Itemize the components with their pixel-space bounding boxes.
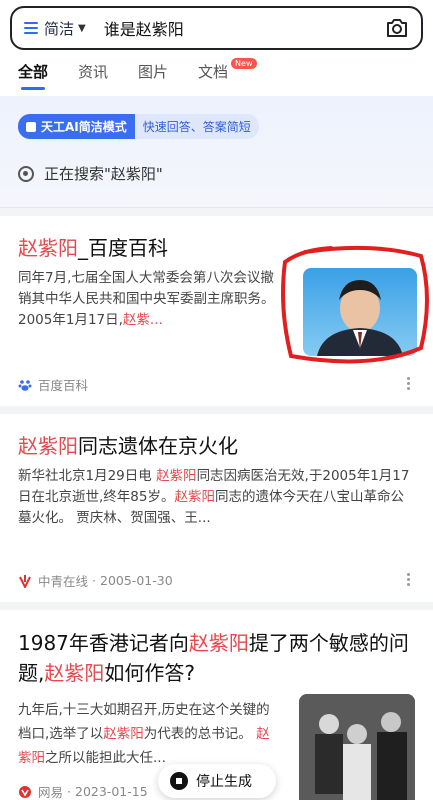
source-name: 中青在线 bbox=[38, 574, 89, 589]
stop-label: 停止生成 bbox=[196, 774, 252, 790]
more-options-icon[interactable] bbox=[407, 377, 411, 392]
snippet-text: 新华社北京1月29日电 bbox=[18, 468, 157, 484]
result-thumbnail[interactable] bbox=[299, 694, 415, 800]
more-options-icon[interactable] bbox=[407, 573, 411, 588]
camera-icon[interactable] bbox=[385, 18, 409, 38]
title-text: _百度百科 bbox=[78, 236, 168, 260]
result-card[interactable]: 赵紫阳_百度百科 同年7月,七届全国人大常委会第八次会议撤销其中华人民共和国中央… bbox=[0, 216, 433, 406]
result-title[interactable]: 赵紫阳同志遗体在京火化 bbox=[18, 432, 415, 460]
title-text: 同志遗体在京火化 bbox=[78, 434, 238, 458]
snippet-highlight: 赵紫阳 bbox=[103, 726, 144, 742]
separator: · bbox=[67, 784, 71, 799]
title-text: 如何作答? bbox=[104, 661, 195, 685]
snippet-highlight: 赵紫阳 bbox=[156, 468, 197, 484]
top-bar: 简洁 ▼ 谁是赵紫阳 全部 资讯 图片 文档 New bbox=[0, 0, 433, 96]
baidu-paw-icon bbox=[18, 379, 32, 391]
title-highlight: 赵紫阳 bbox=[18, 434, 78, 458]
search-progress-icon bbox=[18, 165, 34, 182]
search-bar[interactable]: 简洁 ▼ 谁是赵紫阳 bbox=[10, 6, 423, 50]
menu-icon bbox=[24, 22, 38, 34]
result-title[interactable]: 赵紫阳_百度百科 bbox=[18, 234, 268, 262]
searching-text: 正在搜索"赵紫阳" bbox=[44, 165, 163, 183]
separator: · bbox=[92, 573, 96, 588]
source-name: 百度百科 bbox=[38, 378, 89, 393]
tab-all[interactable]: 全部 bbox=[18, 61, 48, 90]
publish-date: 2005-01-30 bbox=[100, 573, 173, 588]
result-snippet: 同年7月,七届全国人大常委会第八次会议撤销其中华人民共和国中央军委副主席职务。 … bbox=[18, 268, 280, 331]
result-source[interactable]: 中青在线 · 2005-01-30 bbox=[18, 571, 173, 590]
tab-news[interactable]: 资讯 bbox=[78, 61, 108, 90]
ai-logo-icon bbox=[26, 121, 36, 132]
result-snippet: 九年后,十三大如期召开,历史在这个关键的档口,选举了以赵紫阳为代表的总书记。 赵… bbox=[18, 698, 280, 770]
mode-selector[interactable]: 简洁 ▼ bbox=[24, 18, 86, 39]
snippet-text: 为代表的总书记。 bbox=[143, 726, 257, 742]
title-highlight: 赵紫阳 bbox=[188, 631, 249, 655]
ai-mode-panel: 天工AI简洁模式 快速回答、答案简短 正在搜索"赵紫阳" bbox=[0, 96, 433, 208]
tab-docs-label: 文档 bbox=[198, 63, 229, 81]
search-input[interactable]: 谁是赵紫阳 bbox=[104, 16, 385, 40]
title-text: 1987年香港记者向 bbox=[18, 631, 189, 655]
publish-date: 2023-01-15 bbox=[75, 784, 148, 799]
result-source[interactable]: 网易 · 2023-01-15 bbox=[18, 782, 148, 800]
ai-mode-label: 天工AI简洁模式 bbox=[41, 120, 127, 134]
mode-label: 简洁 bbox=[44, 19, 75, 38]
youth-online-icon bbox=[19, 574, 31, 588]
netease-icon bbox=[19, 785, 31, 798]
snippet-highlight: 赵紫... bbox=[122, 312, 163, 328]
snippet-highlight: 赵紫阳 bbox=[174, 489, 215, 505]
result-source[interactable]: 百度百科 bbox=[18, 375, 88, 394]
tab-images[interactable]: 图片 bbox=[138, 61, 168, 90]
searching-status: 正在搜索"赵紫阳" bbox=[18, 163, 415, 184]
source-name: 网易 bbox=[38, 785, 64, 800]
caret-down-icon: ▼ bbox=[78, 22, 86, 34]
result-card[interactable]: 赵紫阳同志遗体在京火化 新华社北京1月29日电 赵紫阳同志因病医治无效,于200… bbox=[0, 414, 433, 602]
snippet-text: 之所以能担此大任... bbox=[45, 750, 166, 766]
ai-mode-tagline: 快速回答、答案简短 bbox=[134, 114, 259, 139]
tab-docs[interactable]: 文档 New bbox=[198, 58, 257, 90]
ai-mode-pill[interactable]: 天工AI简洁模式 bbox=[18, 114, 135, 139]
stop-icon bbox=[170, 772, 188, 790]
new-badge: New bbox=[231, 58, 257, 69]
title-highlight: 赵紫阳 bbox=[18, 236, 78, 260]
tab-bar: 全部 资讯 图片 文档 New bbox=[10, 50, 423, 90]
result-snippet: 新华社北京1月29日电 赵紫阳同志因病医治无效,于2005年1月17日在北京逝世… bbox=[18, 466, 415, 529]
title-highlight: 赵紫阳 bbox=[44, 661, 105, 685]
red-circle-annotation bbox=[281, 245, 429, 364]
result-title[interactable]: 1987年香港记者向赵紫阳提了两个敏感的问题,赵紫阳如何作答? bbox=[18, 628, 415, 688]
stop-generating-button[interactable]: 停止生成 bbox=[158, 764, 276, 798]
